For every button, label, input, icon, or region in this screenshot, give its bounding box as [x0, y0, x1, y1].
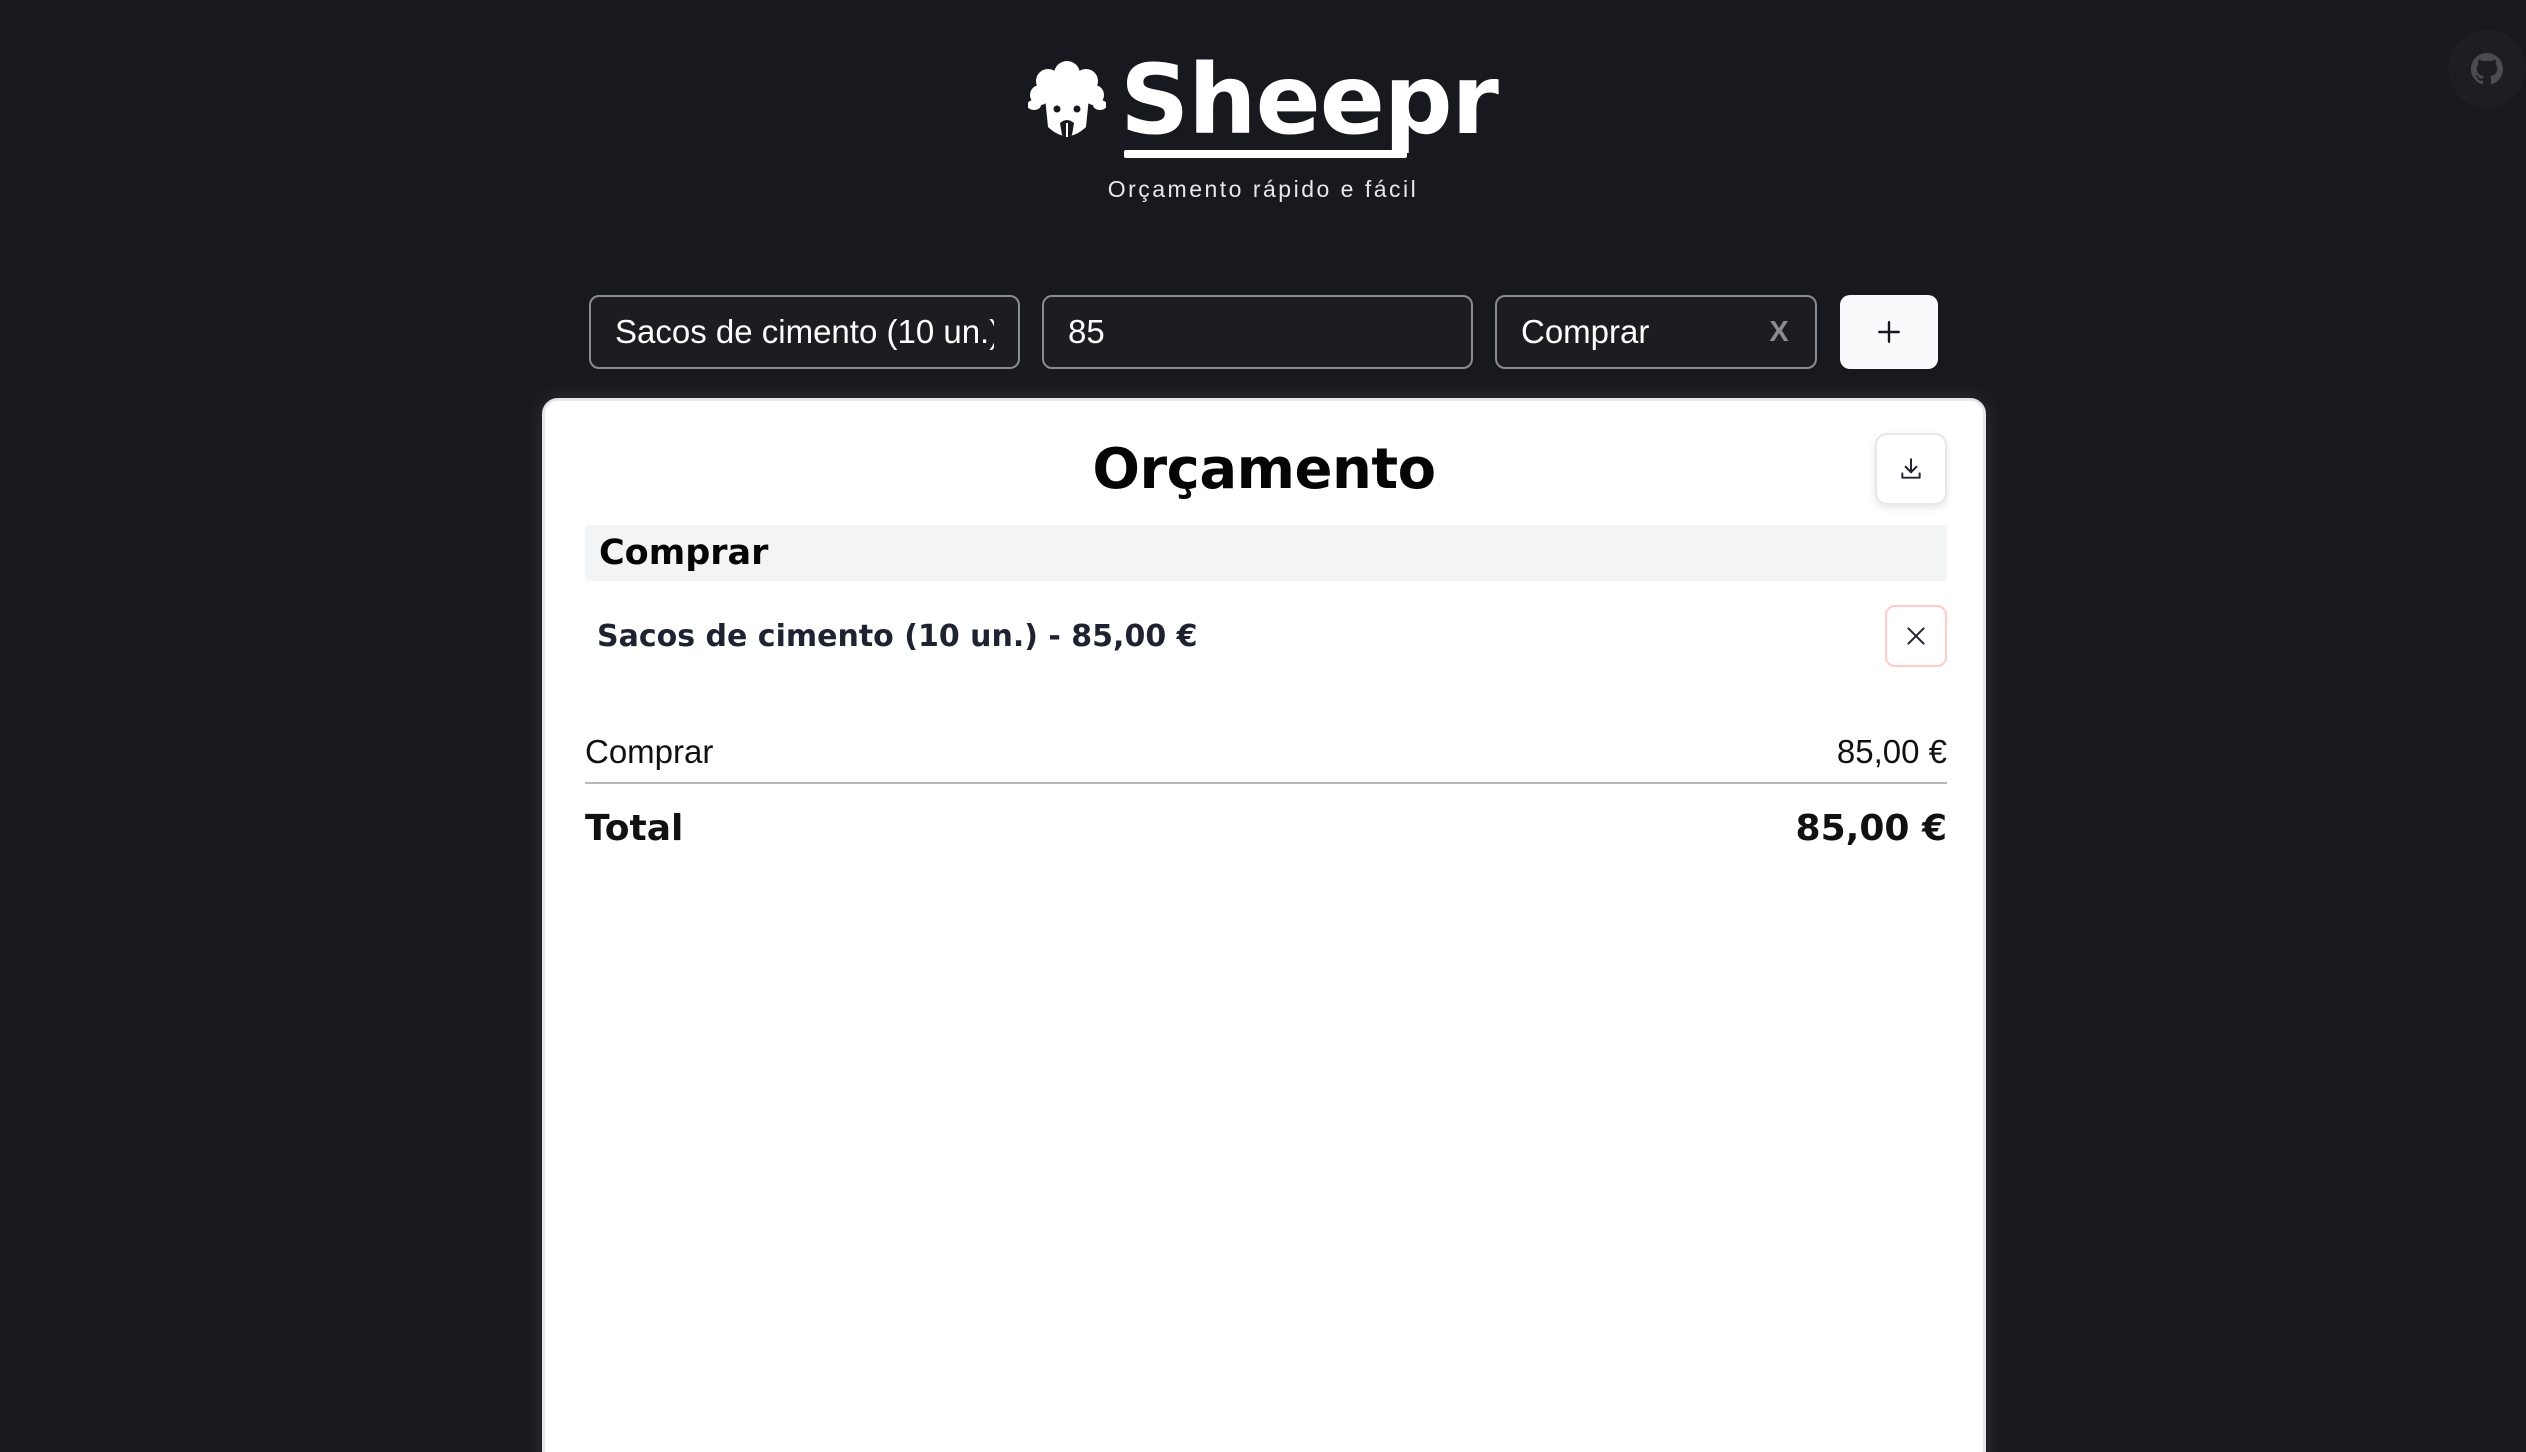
category-select-value: Comprar [1521, 313, 1650, 350]
app-name: Sheepr [1120, 52, 1499, 158]
summary-divider [585, 782, 1947, 784]
total-row: Total 85,00 € [585, 803, 1947, 853]
budget-card: Orçamento Comprar Sacos de cimento (10 u… [542, 398, 1986, 1452]
total-value: 85,00 € [1795, 807, 1947, 849]
brand-header: Sheepr Orçamento rápido e fácil [0, 52, 2526, 203]
app-root: Sheepr Orçamento rápido e fácil Comprar … [0, 0, 2526, 1452]
download-button[interactable] [1875, 433, 1947, 505]
app-name-text: Sheepr [1120, 44, 1499, 156]
category-select[interactable]: Comprar X [1495, 295, 1817, 369]
app-name-underline [1124, 150, 1408, 158]
add-item-button[interactable] [1840, 295, 1938, 369]
budget-title: Orçamento [1092, 437, 1436, 502]
item-amount-input[interactable] [1042, 295, 1473, 369]
github-link[interactable] [2448, 30, 2526, 108]
total-label: Total [585, 807, 684, 849]
brand-row: Sheepr [1028, 52, 1499, 158]
item-label: Sacos de cimento (10 un.) - 85,00 € [597, 618, 1198, 654]
list-item: Sacos de cimento (10 un.) - 85,00 € [585, 605, 1947, 667]
sheep-icon [1028, 61, 1107, 137]
summary-row: Comprar 85,00 € [585, 727, 1947, 777]
section-header: Comprar [585, 525, 1947, 581]
category-clear-button[interactable]: X [1767, 316, 1791, 349]
item-name-input[interactable] [589, 295, 1020, 369]
github-icon [2471, 53, 2503, 85]
tagline: Orçamento rápido e fácil [1107, 176, 1419, 202]
download-icon [1901, 458, 1921, 479]
close-icon [1907, 627, 1925, 645]
summary-label: Comprar [585, 733, 714, 770]
remove-item-button[interactable] [1885, 605, 1947, 667]
summary-value: 85,00 € [1836, 733, 1947, 770]
plus-icon [1878, 321, 1900, 343]
